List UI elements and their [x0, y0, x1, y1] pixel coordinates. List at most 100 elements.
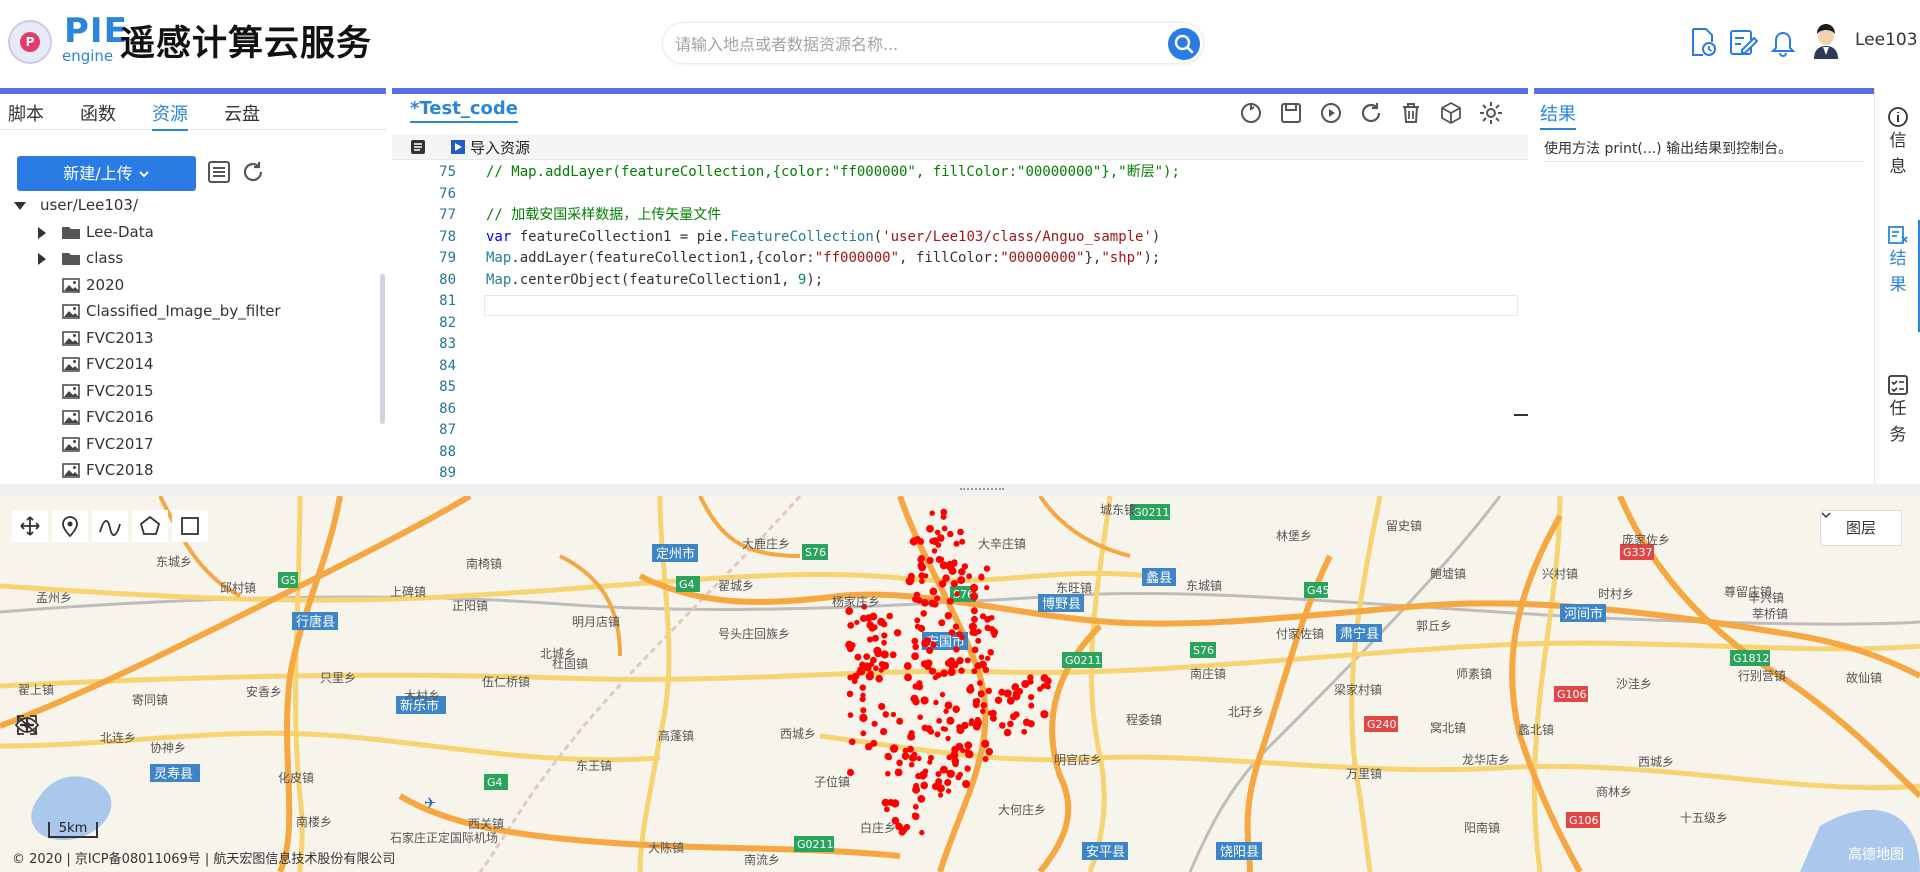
tree-item[interactable]: FVC2016 [0, 404, 380, 431]
resource-list-icon[interactable] [206, 159, 232, 185]
sample-point [874, 649, 882, 658]
tree-item[interactable]: class [0, 245, 380, 272]
avatar[interactable] [1810, 21, 1842, 59]
new-upload-label: 新建/上传 [63, 164, 133, 183]
search-button[interactable] [1168, 28, 1200, 60]
marker-tool[interactable] [52, 510, 88, 542]
sample-point [865, 743, 873, 751]
code-token: // 加载安国采样数据，上传矢量文件 [486, 207, 722, 223]
pan-tool[interactable] [12, 510, 48, 542]
sample-point [872, 634, 879, 642]
map-place-label: 行别营镇 [1738, 669, 1786, 683]
tab-functions[interactable]: 函数 [80, 100, 116, 126]
sample-point [935, 771, 942, 777]
trash-icon[interactable] [1398, 100, 1424, 126]
import-icon[interactable] [450, 139, 466, 155]
logo-icon: P [8, 20, 52, 64]
tree-item[interactable]: FVC2013 [0, 325, 380, 352]
tab-resources[interactable]: 资源 [152, 100, 188, 131]
sample-point [1040, 674, 1049, 682]
tree-item[interactable]: FVC2014 [0, 351, 380, 378]
sample-point [938, 792, 944, 798]
rectangle-tool[interactable] [172, 510, 208, 542]
format-icon[interactable] [1238, 100, 1264, 126]
svg-text:S76: S76 [805, 546, 826, 559]
tab-cloud-drive[interactable]: 云盘 [224, 100, 260, 126]
sample-point [961, 721, 969, 730]
tab-results[interactable]: 结果 [1540, 100, 1576, 130]
map-place-label: 东城镇 [1186, 579, 1222, 593]
caret-down-icon [14, 202, 26, 210]
sample-point [941, 525, 948, 532]
rail-tasks[interactable]: 任务 [1875, 370, 1920, 448]
polygon-tool[interactable] [132, 510, 168, 542]
code-token: Map [486, 271, 512, 288]
sample-point [952, 705, 960, 713]
document-clock-icon[interactable] [1688, 26, 1718, 58]
refresh-icon[interactable] [240, 159, 266, 185]
map-place-label: 商林乡 [1596, 784, 1632, 799]
bell-icon[interactable] [1768, 26, 1798, 58]
tree-item[interactable]: Classified_Image_by_filter [0, 298, 380, 325]
tree-item-label: 2020 [86, 275, 125, 294]
sample-point [917, 795, 926, 803]
result-icon [1888, 226, 1908, 244]
editor-minimap-marker [1514, 414, 1528, 416]
zoom-out-icon[interactable] [8, 708, 46, 742]
code-token: // Map.addLayer(featureCollection,{color… [486, 164, 1180, 180]
editor-tab[interactable]: *Test_code [410, 98, 518, 123]
editor-subbar: 导入资源 [392, 134, 1528, 160]
save-icon[interactable] [1278, 100, 1304, 126]
svg-text:蠡县: 蠡县 [1146, 570, 1172, 586]
sample-point [936, 717, 943, 724]
scale-bar: 5km [48, 822, 98, 838]
sample-point [985, 747, 994, 756]
tree-root[interactable]: user/Lee103/ [0, 192, 380, 219]
sample-point [965, 750, 974, 759]
image-icon [62, 304, 80, 319]
edit-icon[interactable] [1728, 26, 1758, 58]
run-icon[interactable] [1318, 100, 1344, 126]
search-input[interactable] [675, 31, 1155, 57]
username[interactable]: Lee103 [1855, 30, 1918, 50]
code-area[interactable]: 75 // Map.addLayer(featureCollection,{col… [392, 162, 1518, 488]
left-scrollbar[interactable] [380, 274, 385, 424]
cube-icon[interactable] [1438, 100, 1464, 126]
polyline-tool[interactable] [92, 510, 128, 542]
reset-icon[interactable] [1358, 100, 1384, 126]
panel-splitter[interactable] [0, 484, 1920, 496]
tree-item[interactable]: FVC2017 [0, 431, 380, 458]
settings-icon[interactable] [1478, 100, 1504, 126]
map-place-label: 尊留庄镇 [1724, 584, 1772, 599]
sample-point [973, 718, 983, 727]
sample-point [971, 615, 978, 623]
tree-item[interactable]: FVC2015 [0, 378, 380, 405]
document-icon[interactable] [410, 139, 426, 155]
polyline-icon [99, 520, 121, 536]
sample-point [979, 613, 987, 620]
map-view[interactable]: 定州市 行唐县 博野县 蠡县 肃宁县 河间市 新乐市 灵寿县 安国市 安平县 饶… [0, 496, 1920, 872]
svg-text:G4: G4 [487, 776, 503, 789]
sample-point [944, 612, 952, 620]
sample-point [966, 685, 975, 694]
sample-point [940, 513, 947, 520]
city-label-dingzhou: 定州市 [656, 546, 695, 562]
tree-item[interactable]: FVC2018 [0, 457, 380, 484]
rail-info[interactable]: 信息 [1875, 102, 1920, 180]
tree-root-label: user/Lee103/ [40, 196, 139, 214]
sample-point [1027, 678, 1034, 685]
sample-point [926, 524, 934, 533]
import-resource-label[interactable]: 导入资源 [470, 137, 530, 158]
tree-item[interactable]: Lee-Data [0, 219, 380, 246]
tab-scripts[interactable]: 脚本 [8, 100, 44, 126]
layer-button[interactable]: 图层 [1820, 510, 1902, 546]
line-source: // 加载安国采样数据，上传矢量文件 [486, 205, 721, 227]
sample-point [964, 657, 971, 664]
code-token: "00000000" [1000, 250, 1085, 266]
move-icon [20, 516, 40, 536]
tree-item[interactable]: 2020 [0, 272, 380, 299]
sample-point [1010, 713, 1017, 721]
map-place-label: 明月店镇 [572, 615, 620, 629]
rail-results[interactable]: 结果 [1875, 220, 1920, 332]
new-upload-button[interactable]: 新建/上传 [17, 156, 196, 191]
